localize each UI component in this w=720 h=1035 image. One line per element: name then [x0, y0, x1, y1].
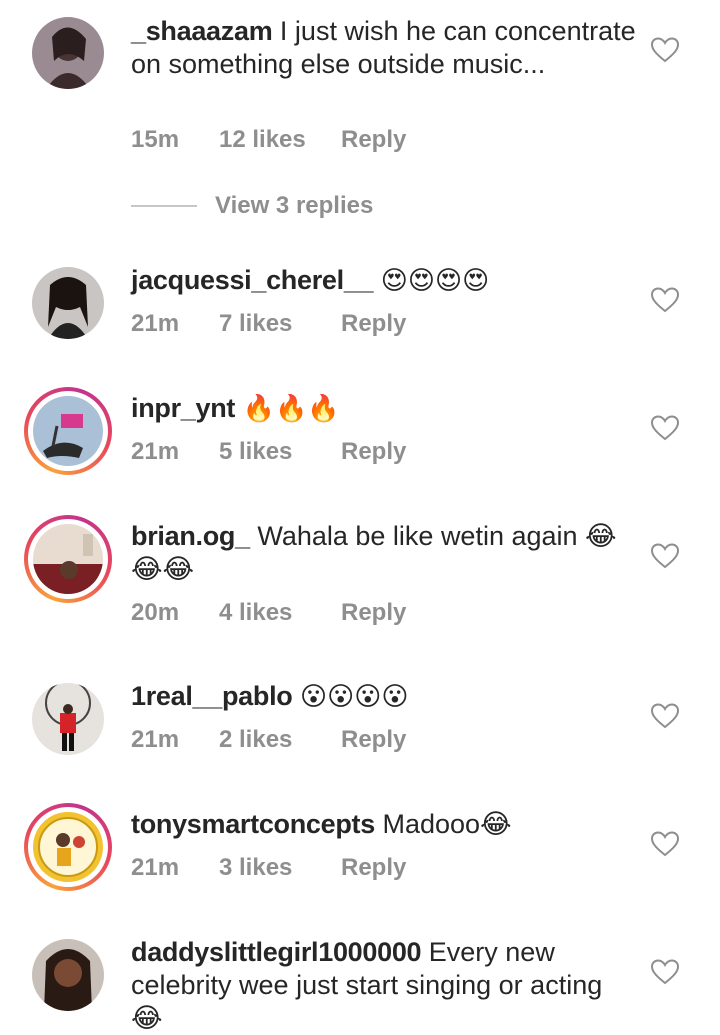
heart-outline-icon[interactable]: [651, 415, 679, 441]
reply-button[interactable]: Reply: [341, 438, 406, 466]
story-ring[interactable]: [24, 803, 112, 891]
comment-body: 🔥🔥🔥: [242, 394, 340, 424]
comment-meta: 20m 4 likes Reply: [131, 599, 406, 627]
view-replies-button[interactable]: View 3 replies: [131, 192, 373, 220]
comment-body: Madooo😂: [382, 809, 512, 839]
heart-outline-icon[interactable]: [651, 703, 679, 729]
comment-body: 😮😮😮😮: [300, 682, 409, 712]
avatar: [33, 812, 103, 882]
heart-outline-icon[interactable]: [651, 543, 679, 569]
comment-time: 21m: [131, 854, 180, 881]
comment-username[interactable]: inpr_ynt: [131, 393, 235, 423]
comment-time: 21m: [131, 310, 180, 337]
reply-button[interactable]: Reply: [341, 310, 406, 338]
comment-likes[interactable]: 12 likes: [219, 126, 341, 154]
avatar: [33, 524, 103, 594]
comment-text: inpr_ynt 🔥🔥🔥: [131, 392, 641, 426]
comment-likes[interactable]: 2 likes: [219, 726, 341, 754]
comment-time: 15m: [131, 126, 180, 153]
avatar[interactable]: [32, 17, 104, 89]
comment-meta: 21m 3 likes Reply: [131, 854, 406, 882]
heart-outline-icon[interactable]: [651, 37, 679, 63]
view-replies-label: View 3 replies: [215, 192, 374, 219]
comment-text: jacquessi_cherel__ 😍😍😍😍: [131, 264, 641, 298]
comment-likes[interactable]: 3 likes: [219, 854, 341, 882]
comment-text: daddyslittlegirl1000000 Every new celebr…: [131, 936, 641, 1035]
comment-likes[interactable]: 7 likes: [219, 310, 341, 338]
comment-likes[interactable]: 5 likes: [219, 438, 341, 466]
avatar: [33, 396, 103, 466]
avatar[interactable]: [32, 939, 104, 1011]
comment-meta: 21m 5 likes Reply: [131, 438, 406, 466]
comment-body: 😍😍😍😍: [380, 266, 490, 296]
heart-outline-icon[interactable]: [651, 831, 679, 857]
reply-button[interactable]: Reply: [341, 599, 406, 627]
divider: [131, 205, 197, 207]
comment-username[interactable]: 1real__pablo: [131, 681, 293, 711]
comment-meta: 21m 2 likes Reply: [131, 726, 406, 754]
heart-outline-icon[interactable]: [651, 287, 679, 313]
avatar[interactable]: [32, 683, 104, 755]
comment-text: brian.og_ Wahala be like wetin again 😂😂😂: [131, 520, 641, 586]
comment-text: tonysmartconcepts Madooo😂: [131, 808, 641, 841]
reply-button[interactable]: Reply: [341, 854, 406, 882]
comment-text: _shaaazam I just wish he can concentrate…: [131, 15, 641, 81]
comment-username[interactable]: jacquessi_cherel__: [131, 265, 374, 295]
comment-time: 21m: [131, 438, 180, 465]
heart-outline-icon[interactable]: [651, 959, 679, 985]
comment-username[interactable]: daddyslittlegirl1000000: [131, 937, 422, 967]
comment-username[interactable]: brian.og_: [131, 521, 250, 551]
avatar[interactable]: [32, 267, 104, 339]
comment-time: 20m: [131, 599, 180, 626]
reply-button[interactable]: Reply: [341, 726, 406, 754]
story-ring[interactable]: [24, 387, 112, 475]
reply-button[interactable]: Reply: [341, 126, 406, 154]
comment-text: 1real__pablo 😮😮😮😮: [131, 680, 641, 714]
comment-username[interactable]: _shaaazam: [131, 16, 273, 46]
comment-time: 21m: [131, 726, 180, 753]
comment-meta: 21m 7 likes Reply: [131, 310, 406, 338]
story-ring[interactable]: [24, 515, 112, 603]
comment-username[interactable]: tonysmartconcepts: [131, 809, 375, 839]
comment-likes[interactable]: 4 likes: [219, 599, 341, 627]
comment-meta: 15m 12 likes Reply: [131, 126, 406, 154]
